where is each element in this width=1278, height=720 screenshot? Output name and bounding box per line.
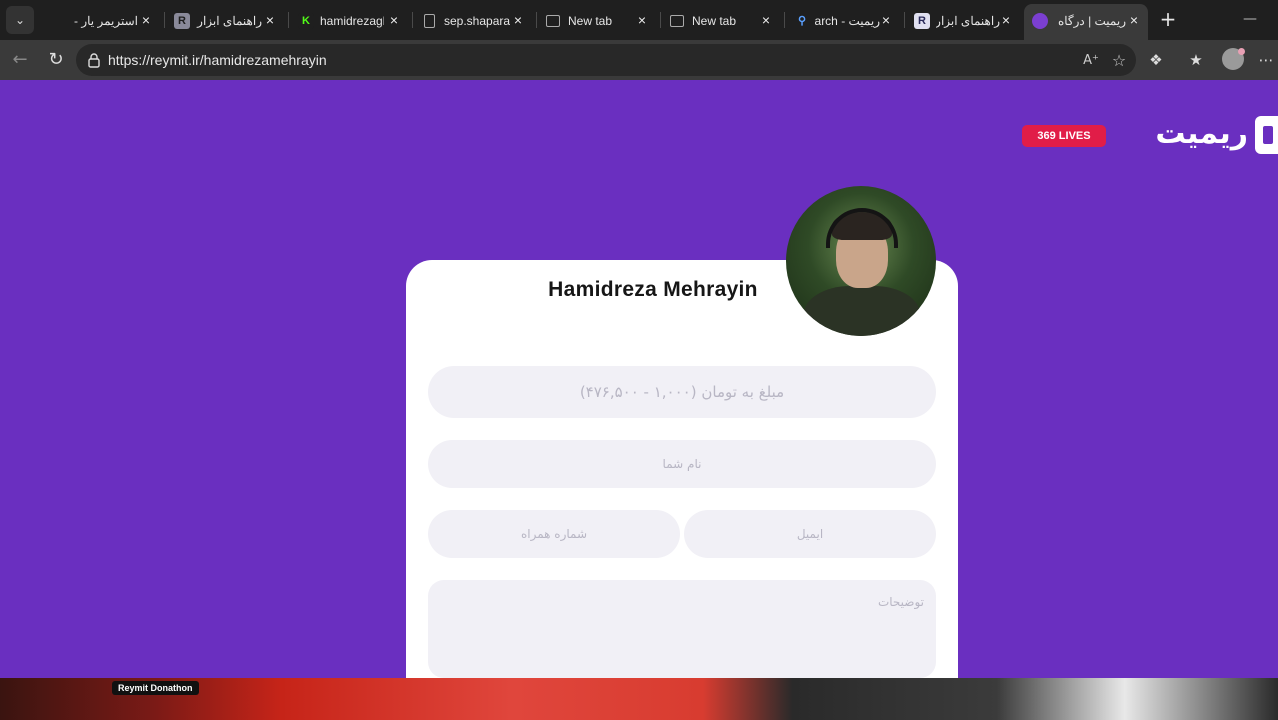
tab-reymit-active[interactable]: ریمیت | درگاه ×	[1024, 4, 1148, 40]
close-icon[interactable]: ×	[262, 12, 278, 28]
close-icon[interactable]: ×	[634, 12, 650, 28]
tab-streamer-yar[interactable]: استریمر یار - ×	[40, 6, 160, 36]
tab-divider	[660, 12, 661, 28]
lock-icon[interactable]	[86, 52, 102, 68]
amount-input[interactable]: مبلغ به تومان (۱,۰۰۰ - ۴۷۶,۵۰۰)	[428, 366, 936, 418]
reymit-logo-text[interactable]: ریمیت	[1122, 112, 1248, 156]
streamer-avatar	[786, 186, 936, 336]
close-icon[interactable]: ×	[386, 12, 402, 28]
profile-status-dot	[1238, 48, 1245, 55]
tab-divider	[412, 12, 413, 28]
document-icon	[424, 14, 435, 28]
description-textarea[interactable]: توضیحات	[428, 580, 936, 678]
reymit-logo-icon[interactable]	[1255, 116, 1278, 154]
refresh-icon[interactable]: ↻	[44, 48, 68, 72]
tab-title: New tab	[692, 14, 737, 28]
new-tab-icon	[546, 15, 560, 27]
tab-shaparak[interactable]: sep.shaparak ×	[414, 6, 532, 36]
tab-divider	[536, 12, 537, 28]
tab-kick[interactable]: K hamidrezagl ×	[290, 6, 408, 36]
tab-divider	[288, 12, 289, 28]
extensions-puzzle-icon[interactable]: ❖	[1144, 48, 1168, 72]
reymit-favicon-icon: R	[914, 13, 930, 29]
tab-new-1[interactable]: New tab ×	[538, 6, 656, 36]
tab-title: ریمیت - arch	[814, 14, 880, 28]
new-tab-plus-icon[interactable]: +	[1156, 8, 1180, 32]
tab-title: راهنمای ابزار	[197, 14, 262, 28]
reymit-favicon-icon	[1032, 13, 1048, 29]
favorite-star-icon[interactable]: ☆	[1110, 52, 1128, 70]
tab-title: راهنمای ابزار	[936, 14, 1000, 28]
tab-title: hamidrezagl	[320, 14, 384, 28]
stream-overlay: Reymit Donathon	[0, 678, 1278, 720]
headset-icon	[826, 208, 898, 248]
new-tab-icon	[670, 15, 684, 27]
tab-divider	[164, 12, 165, 28]
tab-title: ریمیت | درگاه	[1057, 14, 1126, 28]
tab-title: sep.shaparak	[444, 14, 510, 28]
close-icon[interactable]: ×	[138, 12, 154, 28]
tab-actions-chevron-down-icon[interactable]: ⌄	[6, 6, 34, 34]
email-input[interactable]: ایمیل	[684, 510, 936, 558]
donor-name-input[interactable]: نام شما	[428, 440, 936, 488]
tab-rahnama-2[interactable]: R راهنمای ابزار ×	[906, 6, 1020, 36]
tab-divider	[784, 12, 785, 28]
tab-search[interactable]: ⚲ ریمیت - arch ×	[786, 6, 900, 36]
navigation-bar: ← ↻ https://reymit.ir/hamidrezamehrayin …	[0, 40, 1278, 80]
tab-divider	[904, 12, 905, 28]
close-icon[interactable]: ×	[878, 12, 894, 28]
more-options-icon[interactable]: ⋯	[1254, 48, 1278, 72]
tab-title: New tab	[568, 14, 613, 28]
back-arrow-icon[interactable]: ←	[8, 48, 32, 72]
live-count-badge[interactable]: 369 LIVES	[1022, 125, 1106, 147]
search-icon: ⚲	[797, 15, 807, 27]
phone-input[interactable]: شماره همراه	[428, 510, 680, 558]
tab-rahnama-1[interactable]: R راهنمای ابزار ×	[166, 6, 284, 36]
close-icon[interactable]: ×	[998, 12, 1014, 28]
tab-new-2[interactable]: New tab ×	[662, 6, 780, 36]
kick-favicon-icon: K	[298, 13, 314, 29]
donathon-label: Reymit Donathon	[112, 681, 199, 695]
close-icon[interactable]: ×	[1126, 12, 1142, 28]
url-text[interactable]: https://reymit.ir/hamidrezamehrayin	[108, 52, 327, 68]
streamer-name: Hamidreza Mehrayin	[548, 278, 758, 301]
favorites-collection-icon[interactable]: ★	[1184, 48, 1208, 72]
tab-title: استریمر یار -	[74, 14, 138, 28]
close-icon[interactable]: ×	[758, 12, 774, 28]
read-aloud-icon[interactable]: A⁺	[1082, 52, 1100, 70]
address-bar[interactable]: https://reymit.ir/hamidrezamehrayin A⁺ ☆	[76, 44, 1136, 76]
tab-strip: ⌄ استریمر یار - × R راهنمای ابزار × K ha…	[0, 0, 1278, 40]
minimize-icon[interactable]: —	[1238, 8, 1262, 32]
reymit-favicon-icon: R	[174, 13, 190, 29]
reymit-donation-page: ریمیت 369 LIVES Hamidreza Mehrayin مبلغ …	[0, 80, 1278, 678]
close-icon[interactable]: ×	[510, 12, 526, 28]
